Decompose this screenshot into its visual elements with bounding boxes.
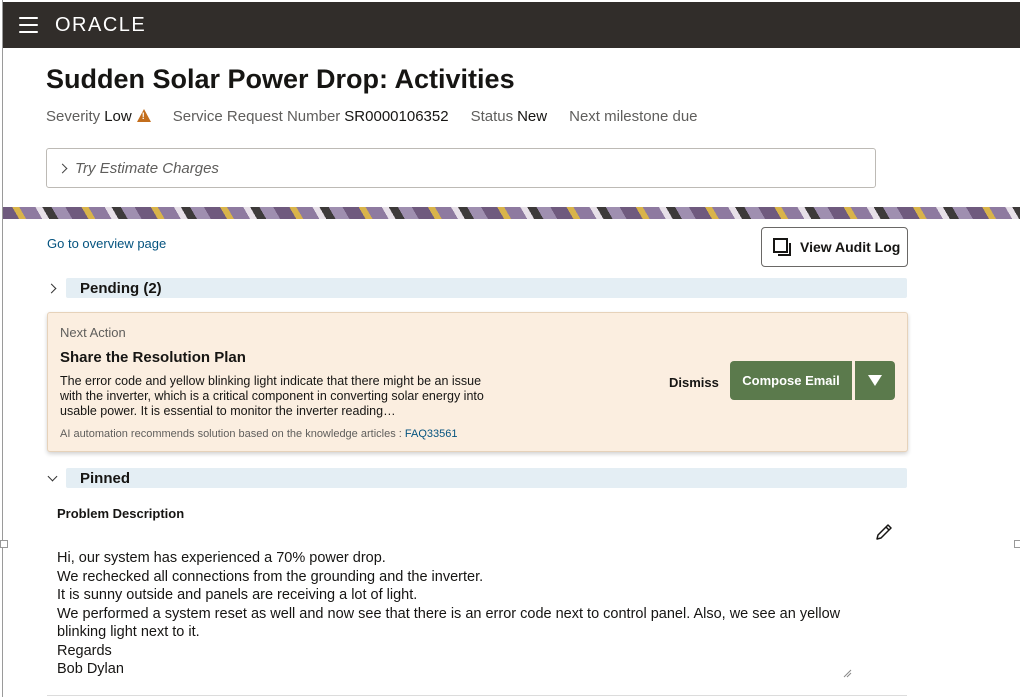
edit-pencil-icon[interactable]: [874, 522, 894, 542]
problem-description-text[interactable]: Hi, our system has experienced a 70% pow…: [57, 549, 847, 679]
pending-section-header[interactable]: Pending (2): [46, 278, 907, 298]
caret-down-icon: [868, 375, 882, 386]
chevron-down-icon: [47, 471, 58, 481]
chevron-right-icon: [46, 283, 57, 293]
estimate-charges-label: Try Estimate Charges: [75, 159, 219, 177]
next-action-description: The error code and yellow blinking light…: [60, 374, 484, 418]
decorative-banner: [3, 207, 1020, 219]
compose-email-dropdown-button[interactable]: [855, 361, 895, 400]
status-label: Status: [470, 108, 514, 125]
view-audit-log-label: View Audit Log: [800, 239, 901, 255]
hamburger-menu-icon[interactable]: [19, 17, 39, 33]
pending-section-label: Pending (2): [80, 279, 162, 297]
status-value: New: [517, 108, 548, 125]
next-action-card: Next Action Share the Resolution Plan Th…: [47, 312, 908, 452]
estimate-charges-expander[interactable]: Try Estimate Charges: [46, 148, 876, 188]
resize-handle-icon[interactable]: [842, 668, 852, 678]
compose-email-button[interactable]: Compose Email: [730, 361, 852, 400]
top-navigation-bar: ORACLE: [3, 2, 1020, 48]
sr-number-label: Service Request Number: [172, 108, 341, 125]
ai-recommendation-footer: AI automation recommends solution based …: [60, 428, 457, 440]
window-border: [2, 0, 3, 697]
next-milestone-label: Next milestone due: [569, 108, 698, 125]
severity-value: Low: [104, 108, 132, 125]
severity-label: Severity: [46, 108, 101, 125]
view-audit-log-button[interactable]: View Audit Log: [761, 227, 908, 267]
pinned-section-bar: [66, 468, 907, 488]
next-action-label: Next Action: [60, 325, 126, 340]
pinned-section-header[interactable]: Pinned: [46, 468, 907, 488]
chevron-right-icon: [57, 163, 68, 173]
overview-page-link[interactable]: Go to overview page: [47, 236, 166, 251]
sr-number-value: SR0000106352: [344, 108, 449, 125]
pinned-section-label: Pinned: [80, 469, 131, 487]
window-resize-handle-left[interactable]: [0, 540, 8, 548]
oracle-logo: ORACLE: [55, 13, 147, 36]
ai-recommendation-text: AI automation recommends solution based …: [60, 428, 402, 440]
divider: [47, 695, 907, 696]
dismiss-button[interactable]: Dismiss: [669, 375, 719, 390]
window-resize-handle-right[interactable]: [1014, 540, 1020, 548]
warning-icon: [136, 109, 151, 122]
faq-article-link[interactable]: FAQ33561: [405, 428, 458, 440]
audit-log-icon: [773, 238, 791, 256]
problem-description-label: Problem Description: [57, 506, 185, 521]
pending-section-bar: [66, 278, 907, 298]
next-action-title: Share the Resolution Plan: [60, 349, 246, 366]
page-title: Sudden Solar Power Drop: Activities: [46, 64, 515, 94]
service-request-meta: Severity Low Service Request Number SR00…: [46, 108, 698, 125]
